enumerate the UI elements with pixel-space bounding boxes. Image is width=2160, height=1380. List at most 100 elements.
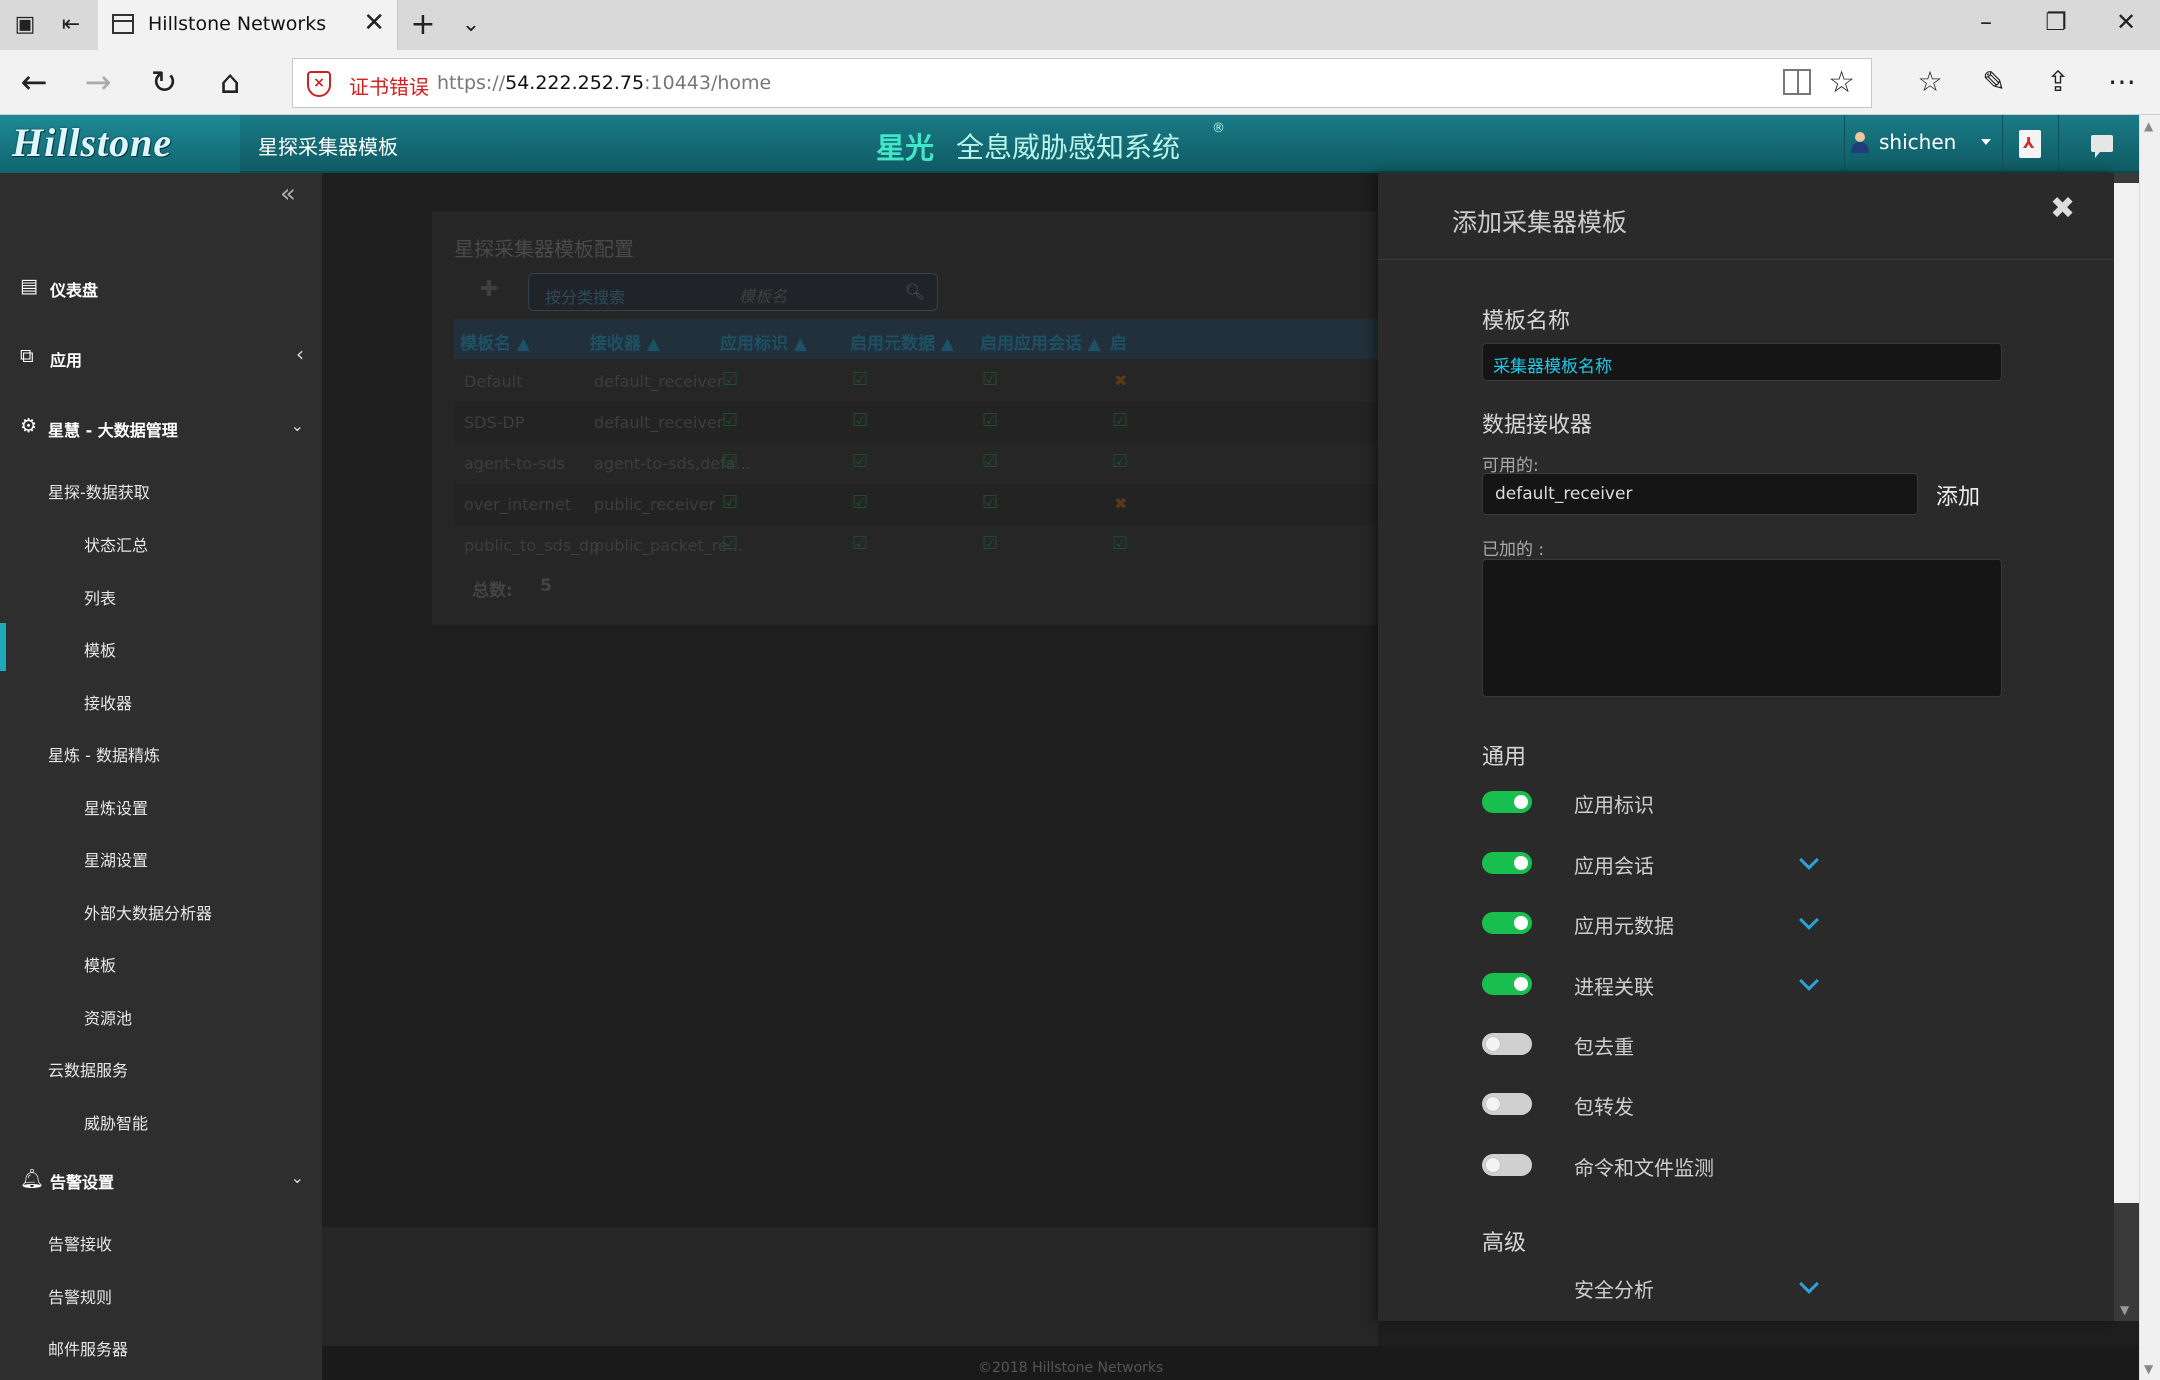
- table-row[interactable]: SDS-DP default_receiver ☑ ☑ ☑ ☑: [454, 402, 1378, 443]
- table-row[interactable]: over_internet public_receiver ☑ ☑ ☑ ✖: [454, 484, 1378, 525]
- sidebar-item-mail-server[interactable]: 邮件服务器: [0, 1322, 322, 1370]
- column-header[interactable]: 启用应用会话 ▲: [980, 329, 1101, 354]
- scroll-up-icon[interactable]: ▲: [2144, 119, 2153, 133]
- added-receivers-list[interactable]: [1482, 559, 2002, 697]
- scroll-down-icon[interactable]: ▼: [2144, 1362, 2153, 1376]
- tab-actions-icon[interactable]: ▣: [10, 10, 40, 40]
- pen-notes-icon[interactable]: ✎: [1972, 60, 2016, 104]
- sidebar-item-list[interactable]: 列表: [0, 571, 322, 619]
- more-menu-icon[interactable]: ⋯: [2100, 60, 2144, 104]
- sidebar-item-apps[interactable]: ⧉ 应用 ‹: [0, 333, 322, 381]
- tab-close-icon[interactable]: ✕: [363, 8, 385, 38]
- add-template-icon[interactable]: ✚: [480, 277, 498, 302]
- table-row[interactable]: agent-to-sds agent-to-sds,defa... ☑ ☑ ☑ …: [454, 443, 1378, 484]
- scrollbar-thumb[interactable]: [2114, 183, 2139, 1203]
- caret-down-icon: [1981, 139, 1991, 145]
- close-icon[interactable]: ✖: [2050, 191, 2075, 226]
- scroll-down-icon[interactable]: ▼: [2120, 1303, 2129, 1317]
- bell-icon: 🔔︎: [20, 1168, 45, 1190]
- sidebar-item-resource-pool[interactable]: 资源池: [0, 991, 322, 1039]
- divider: [1378, 259, 2114, 260]
- toggle-app-identification[interactable]: [1482, 791, 1532, 813]
- sidebar-item-template[interactable]: 模板: [0, 623, 322, 671]
- collapse-sidebar-icon[interactable]: «: [280, 179, 296, 209]
- sidebar-item-refine-settings[interactable]: 星炼设置: [0, 781, 322, 829]
- sidebar-item-cloud-data[interactable]: 云数据服务: [0, 1043, 322, 1091]
- chevron-down-icon: ⌄: [290, 416, 304, 435]
- cogs-icon: ⚙: [20, 415, 38, 437]
- search-icon[interactable]: 🔍︎: [905, 282, 925, 301]
- page-title: 星探采集器模板: [258, 135, 398, 159]
- page-scrollbar[interactable]: ▲ ▼: [2139, 115, 2160, 1380]
- back-arrow-icon[interactable]: ←: [14, 62, 54, 102]
- toggle-process-correlation[interactable]: [1482, 973, 1532, 995]
- sidebar-item-lake-settings[interactable]: 星湖设置: [0, 833, 322, 881]
- logo-area: Hillstone: [0, 115, 240, 173]
- sidebar-item-alert-rules[interactable]: 告警规则: [0, 1270, 322, 1318]
- toggle-command-file-monitor[interactable]: [1482, 1154, 1532, 1176]
- messages-button[interactable]: [2058, 115, 2139, 173]
- check-icon: ☑: [852, 492, 869, 513]
- toggle-app-metadata[interactable]: [1482, 912, 1532, 934]
- cert-warning-shield-icon[interactable]: ×: [307, 71, 331, 97]
- sidebar-item-bigdata[interactable]: ⚙ 星慧 - 大数据管理 ⌄: [0, 403, 322, 451]
- tab-list-chevron-icon[interactable]: ⌄: [456, 10, 486, 40]
- check-icon: ☑: [722, 410, 739, 431]
- toggle-packet-forward[interactable]: [1482, 1093, 1532, 1115]
- config-search-input[interactable]: 按分类搜索 模板名 🔍︎: [528, 273, 938, 311]
- window-minimize-icon[interactable]: –: [1966, 8, 2006, 36]
- chevron-down-icon[interactable]: [1799, 1274, 1819, 1294]
- receiver-section-title: 数据接收器: [1482, 413, 1593, 438]
- set-tabs-aside-icon[interactable]: ⇤: [56, 10, 86, 40]
- sidebar-item-threat-intel[interactable]: 威胁智能: [0, 1096, 322, 1144]
- toggle-app-session[interactable]: [1482, 852, 1532, 874]
- sidebar-item-alert-settings[interactable]: 🔔︎ 告警设置 ⌄: [0, 1155, 322, 1203]
- sidebar: « ▤ 仪表盘 ⧉ 应用 ‹ ⚙ 星慧 - 大数据管理 ⌄ 星探-数据获取 状态…: [0, 173, 322, 1380]
- available-receiver-select[interactable]: default_receiver: [1482, 473, 1918, 515]
- chevron-down-icon[interactable]: [1799, 850, 1819, 870]
- sidebar-item-refine[interactable]: 星炼 - 数据精炼: [0, 728, 322, 776]
- add-receiver-button[interactable]: 添加: [1936, 479, 1980, 511]
- user-menu[interactable]: shichen: [1844, 115, 2002, 173]
- column-header[interactable]: 接收器 ▲: [590, 329, 660, 354]
- pdf-export-button[interactable]: [2002, 115, 2058, 173]
- sidebar-item-probe[interactable]: 星探-数据获取: [0, 465, 322, 513]
- sidebar-item-receiver[interactable]: 接收器: [0, 676, 322, 724]
- drawer-title: 添加采集器模板: [1452, 208, 1628, 237]
- refresh-icon[interactable]: ↻: [144, 62, 184, 102]
- column-header[interactable]: 启: [1110, 329, 1127, 354]
- favorite-star-icon[interactable]: ☆: [1828, 65, 1855, 100]
- security-analysis-label[interactable]: 安全分析: [1574, 1274, 1654, 1303]
- sidebar-item-refine-template[interactable]: 模板: [0, 938, 322, 986]
- table-row[interactable]: Default default_receiver ☑ ☑ ☑ ✖: [454, 361, 1378, 402]
- share-icon[interactable]: ⇪: [2036, 60, 2080, 104]
- chevron-down-icon[interactable]: [1799, 910, 1819, 930]
- new-tab-icon[interactable]: +: [408, 10, 438, 40]
- added-label: 已加的 :: [1482, 540, 1545, 560]
- window-close-icon[interactable]: ✕: [2106, 8, 2146, 36]
- home-icon[interactable]: ⌂: [210, 62, 250, 102]
- window-restore-icon[interactable]: ❐: [2036, 8, 2076, 36]
- check-icon: ☑: [982, 492, 999, 513]
- column-header[interactable]: 模板名 ▲: [460, 329, 530, 354]
- check-icon: ☑: [722, 451, 739, 472]
- chevron-down-icon[interactable]: [1799, 971, 1819, 991]
- drawer-scrollbar[interactable]: ▼: [2114, 173, 2139, 1321]
- sidebar-item-alert-receive[interactable]: 告警接收: [0, 1217, 322, 1265]
- sidebar-item-dashboard[interactable]: ▤ 仪表盘: [0, 263, 322, 311]
- forward-arrow-icon[interactable]: →: [78, 62, 118, 102]
- browser-tab[interactable]: Hillstone Networks ✕: [98, 0, 398, 50]
- brand-subtitle: 全息威胁感知系统: [956, 131, 1181, 164]
- favorites-hub-icon[interactable]: ☆: [1908, 60, 1952, 104]
- template-name-input[interactable]: 采集器模板名称: [1482, 343, 2002, 381]
- column-header[interactable]: 应用标识 ▲: [720, 329, 807, 354]
- footer: ©2018 Hillstone Networks: [322, 1346, 2139, 1380]
- reading-view-icon[interactable]: [1783, 69, 1811, 95]
- table-row[interactable]: public_to_sds_dp public_packet_re... ☑ ☑…: [454, 525, 1378, 566]
- cert-error-label[interactable]: 证书错误: [349, 71, 429, 100]
- sidebar-item-external-analyzer[interactable]: 外部大数据分析器: [0, 886, 322, 934]
- column-header[interactable]: 启用元数据 ▲: [850, 329, 954, 354]
- url-field[interactable]: × 证书错误 https://54.222.252.75:10443/home …: [292, 58, 1872, 108]
- sidebar-item-status[interactable]: 状态汇总: [0, 518, 322, 566]
- toggle-packet-dedup[interactable]: [1482, 1033, 1532, 1055]
